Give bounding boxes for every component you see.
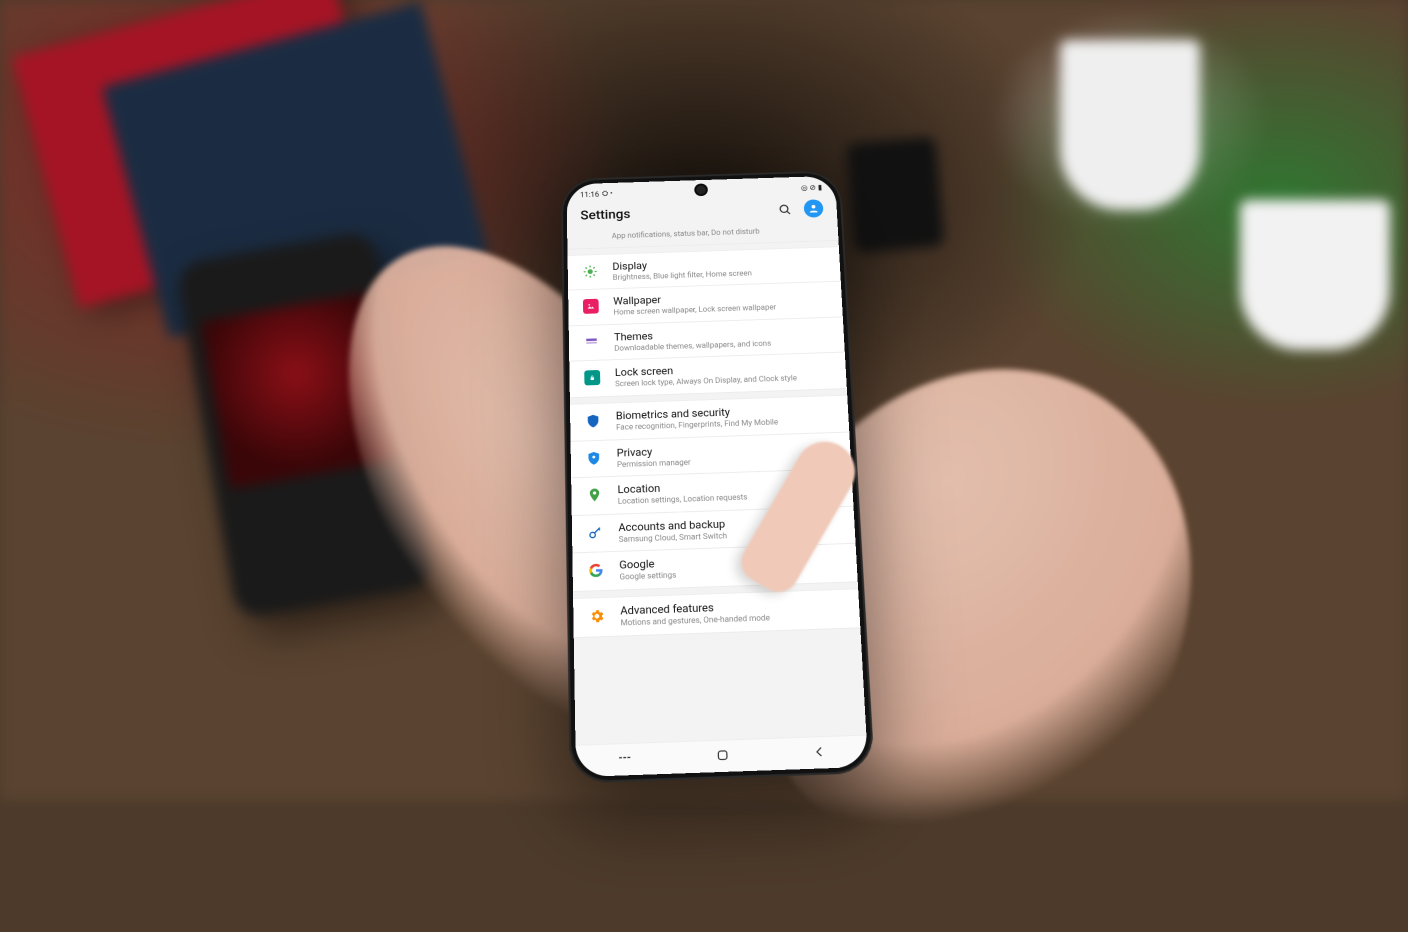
brightness-icon bbox=[579, 264, 601, 279]
wallpaper-icon bbox=[580, 299, 602, 314]
lock-screen-icon bbox=[581, 370, 603, 386]
status-time: 11:16 bbox=[580, 190, 599, 199]
privacy-icon bbox=[583, 450, 605, 466]
nav-bar bbox=[575, 735, 868, 778]
status-indicators-left: ⛭ • bbox=[602, 189, 613, 198]
recents-button[interactable] bbox=[617, 749, 634, 770]
home-button[interactable] bbox=[715, 746, 730, 766]
location-icon bbox=[583, 487, 605, 503]
search-icon[interactable] bbox=[777, 202, 793, 217]
google-icon bbox=[585, 562, 608, 579]
advanced-icon bbox=[586, 608, 609, 625]
account-avatar[interactable] bbox=[803, 199, 823, 217]
back-button[interactable] bbox=[811, 743, 827, 763]
status-indicators-right: ◎ ⊘ ▮ bbox=[801, 183, 823, 192]
settings-group-1: DisplayBrightness, Blue light filter, Ho… bbox=[568, 246, 847, 398]
settings-group-3: Advanced featuresMotions and gestures, O… bbox=[573, 588, 860, 637]
settings-item-advanced-features[interactable]: Advanced featuresMotions and gestures, O… bbox=[573, 589, 860, 637]
shield-icon bbox=[582, 413, 604, 429]
page-title: Settings bbox=[580, 207, 630, 223]
accounts-icon bbox=[584, 525, 607, 541]
themes-icon bbox=[581, 334, 603, 350]
